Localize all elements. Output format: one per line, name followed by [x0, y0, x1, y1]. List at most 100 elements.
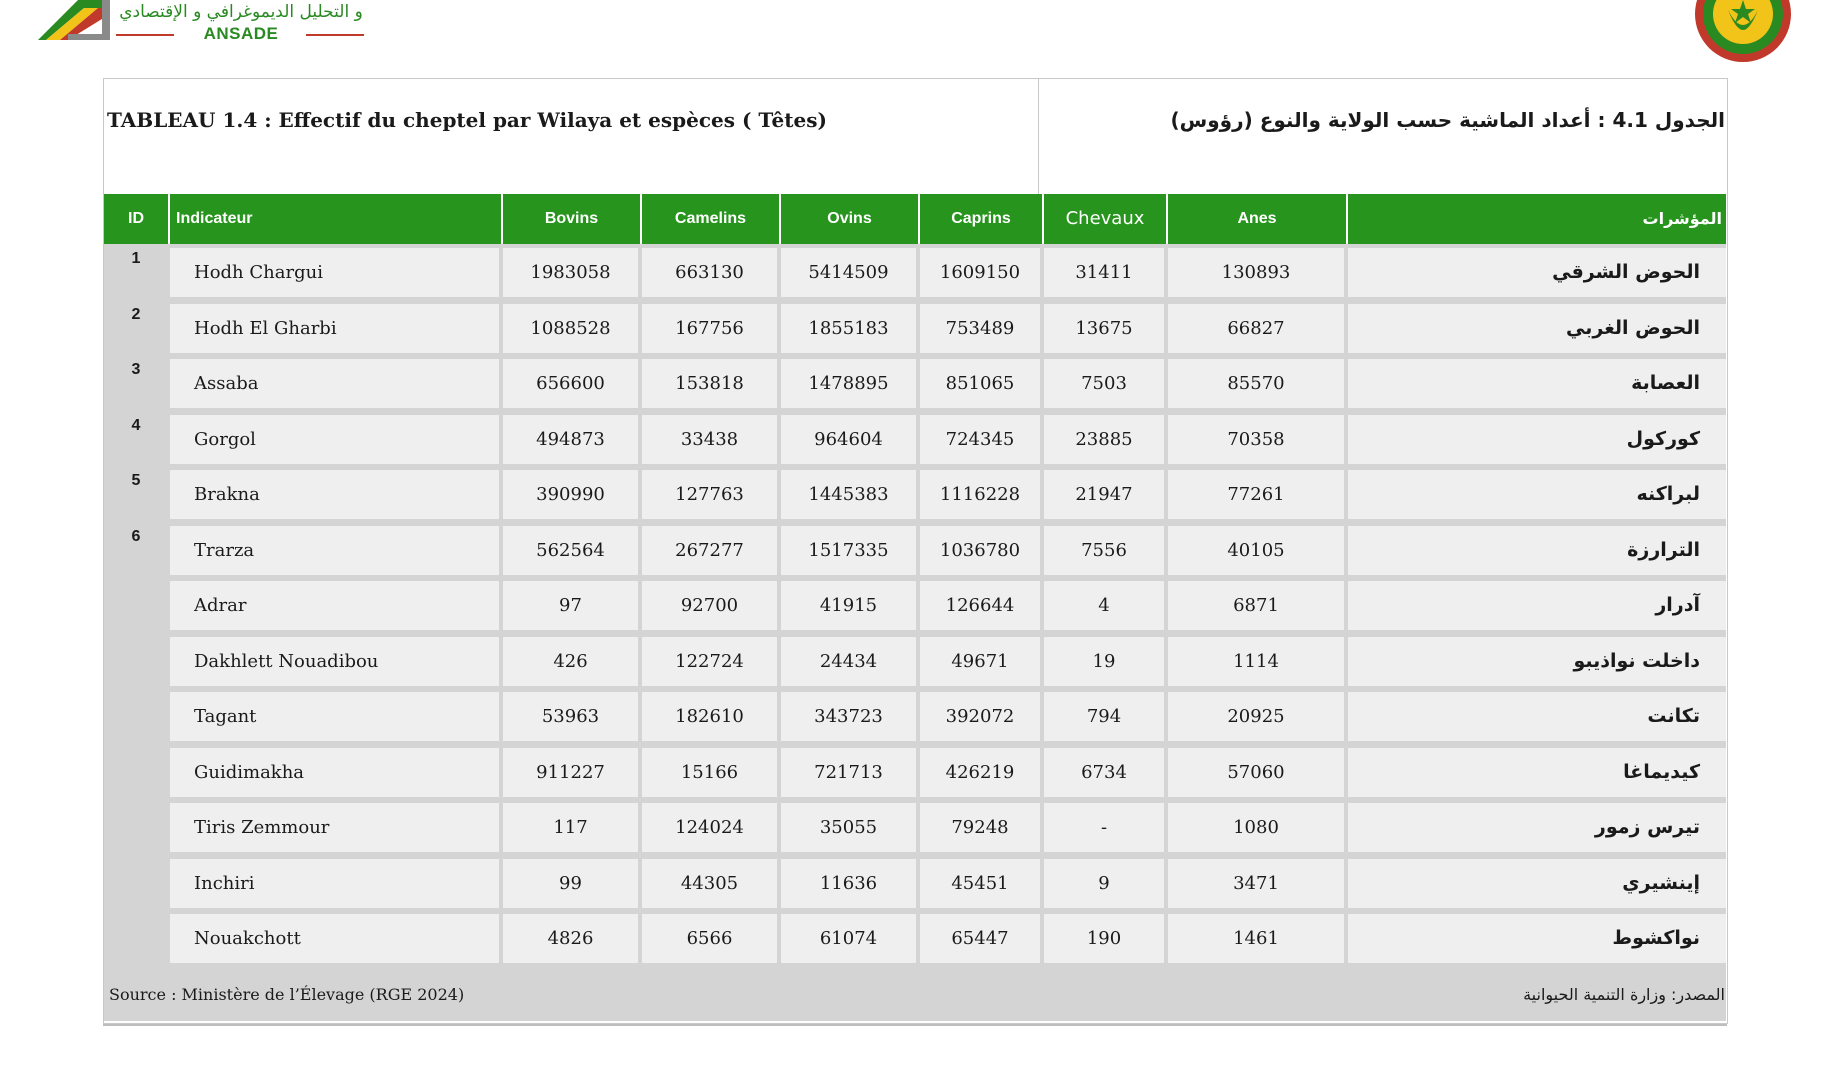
cell-chevaux: 21947	[1044, 470, 1164, 519]
cell-anes: 57060	[1168, 747, 1344, 797]
cell-name-ar: الحوض الشرقي	[1348, 248, 1726, 297]
cell-ovins: 5414509	[781, 248, 916, 297]
cell-ovins: 35055	[781, 803, 916, 852]
table-row: Guidimakha 911227 15166 721713 426219 6734 570…	[104, 744, 1726, 799]
cell-ovins: 1855183	[781, 303, 916, 353]
cell-name-ar: الترارزة	[1348, 525, 1726, 575]
cell-ovins: 41915	[781, 581, 916, 630]
cell-caprins: 753489	[920, 303, 1040, 353]
cell-name-ar: كيديماغا	[1348, 747, 1726, 797]
logo-arabic-text: و التحليل الديموغرافي و الإقتصادي	[119, 2, 363, 22]
cell-name: Adrar	[170, 581, 499, 630]
col-header-anes: Anes	[1166, 194, 1346, 244]
cell-bovins: 426	[503, 636, 638, 686]
cell-camelins: 92700	[642, 581, 777, 630]
cell-name-ar: الحوض الغربي	[1348, 303, 1726, 353]
row-id	[104, 633, 168, 688]
cell-caprins: 392072	[920, 692, 1040, 741]
cell-camelins: 124024	[642, 803, 777, 852]
cell-chevaux: 794	[1044, 692, 1164, 741]
logo-rule-right	[306, 34, 364, 36]
row-id: 6	[131, 527, 141, 545]
cell-caprins: 426219	[920, 747, 1040, 797]
cell-camelins: 663130	[642, 248, 777, 297]
table-row: Tagant 53963 182610 343723 392072 794 20925 تكا…	[104, 688, 1726, 743]
cell-ovins: 964604	[781, 414, 916, 464]
table-row: Dakhlett Nouadibou 426 122724 24434 49671 19 1…	[104, 633, 1726, 688]
cell-caprins: 49671	[920, 636, 1040, 686]
cell-camelins: 127763	[642, 470, 777, 519]
cell-bovins: 97	[503, 581, 638, 630]
row-id	[104, 799, 168, 854]
row-id	[104, 744, 168, 799]
col-header-bovins: Bovins	[501, 194, 640, 244]
cell-name-ar: نواكشوط	[1348, 914, 1726, 963]
cell-chevaux: 190	[1044, 914, 1164, 963]
cell-anes: 20925	[1168, 692, 1344, 741]
table-row: 5 Brakna 390990 127763 1445383 1116228 21947 77…	[104, 466, 1726, 521]
cell-name: Tagant	[170, 692, 499, 741]
cell-anes: 1461	[1168, 914, 1344, 963]
cell-name-ar: العصابة	[1348, 359, 1726, 408]
row-id: 5	[131, 472, 141, 489]
cell-name: Inchiri	[170, 858, 499, 908]
cell-name: Assaba	[170, 359, 499, 408]
cell-caprins: 65447	[920, 914, 1040, 963]
cell-anes: 3471	[1168, 858, 1344, 908]
table-row: Adrar 97 92700 41915 126644 4 6871 آدرار	[104, 577, 1726, 632]
cell-name: Hodh Chargui	[170, 248, 499, 297]
cell-anes: 66827	[1168, 303, 1344, 353]
cell-name: Nouakchott	[170, 914, 499, 963]
bottom-rule	[103, 1024, 1727, 1026]
cell-name-ar: كوركول	[1348, 414, 1726, 464]
cell-name-ar: إينشيري	[1348, 858, 1726, 908]
table-row: 6 Trarza 562564 267277 1517335 1036780 7556 401…	[104, 522, 1726, 577]
cell-bovins: 117	[503, 803, 638, 852]
cell-anes: 1114	[1168, 636, 1344, 686]
cell-chevaux: -	[1044, 803, 1164, 852]
cell-name: Hodh El Gharbi	[170, 303, 499, 353]
cell-chevaux: 13675	[1044, 303, 1164, 353]
cell-name: Dakhlett Nouadibou	[170, 636, 499, 686]
cell-camelins: 167756	[642, 303, 777, 353]
table-row: 1 Hodh Chargui 1983058 663130 5414509 1609150…	[104, 244, 1726, 299]
cell-ovins: 1517335	[781, 525, 916, 575]
cell-caprins: 1036780	[920, 525, 1040, 575]
cell-caprins: 79248	[920, 803, 1040, 852]
cell-camelins: 122724	[642, 636, 777, 686]
cell-name: Brakna	[170, 470, 499, 519]
table-row: 4 Gorgol 494873 33438 964604 724345 23885 70358…	[104, 411, 1726, 466]
cell-bovins: 53963	[503, 692, 638, 741]
cell-anes: 70358	[1168, 414, 1344, 464]
cell-chevaux: 6734	[1044, 747, 1164, 797]
cell-camelins: 33438	[642, 414, 777, 464]
cell-bovins: 1088528	[503, 303, 638, 353]
cell-camelins: 6566	[642, 914, 777, 963]
col-header-ovins: Ovins	[779, 194, 918, 244]
cell-caprins: 1116228	[920, 470, 1040, 519]
cell-ovins: 721713	[781, 747, 916, 797]
cell-anes: 130893	[1168, 248, 1344, 297]
row-id	[104, 910, 168, 965]
table-title-fr: TABLEAU 1.4 : Effectif du cheptel par Wi…	[107, 108, 827, 132]
cell-caprins: 724345	[920, 414, 1040, 464]
source-note-ar: المصدر: وزارة التنمية الحيوانية	[1523, 985, 1725, 1004]
table-row: Inchiri 99 44305 11636 45451 9 3471 إينشيري	[104, 855, 1726, 910]
cell-bovins: 390990	[503, 470, 638, 519]
cell-name: Trarza	[170, 525, 499, 575]
source-note-fr: Source : Ministère de l’Élevage (RGE 202…	[109, 985, 465, 1004]
col-header-indicators-ar: المؤشرات	[1346, 194, 1726, 244]
row-id: 3	[131, 361, 141, 378]
cell-bovins: 656600	[503, 359, 638, 408]
row-id	[104, 688, 168, 743]
cell-chevaux: 19	[1044, 636, 1164, 686]
cell-anes: 1080	[1168, 803, 1344, 852]
cell-camelins: 267277	[642, 525, 777, 575]
cell-chevaux: 9	[1044, 858, 1164, 908]
title-divider	[1038, 78, 1039, 194]
table-row: 2 Hodh El Gharbi 1088528 167756 1855183 75348…	[104, 300, 1726, 355]
col-header-chevaux: Chevaux	[1042, 194, 1166, 244]
cell-bovins: 4826	[503, 914, 638, 963]
logo-rule-left	[116, 34, 174, 36]
row-id	[104, 577, 168, 632]
